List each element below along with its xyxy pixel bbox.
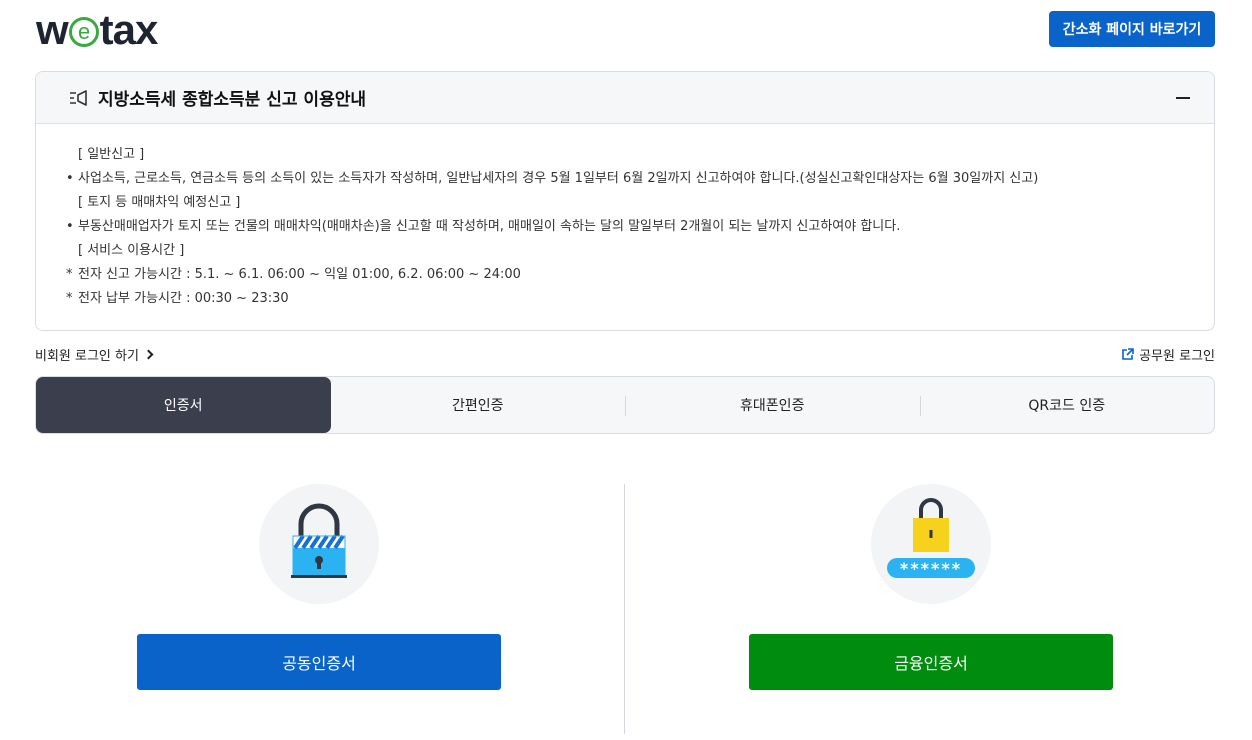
notice-header[interactable]: 지방소득세 종합소득분 신고 이용안내 xyxy=(36,72,1214,124)
password-mask-text: ****** xyxy=(900,559,962,578)
logo-e-mark: e xyxy=(68,17,99,47)
joint-certificate-illustration xyxy=(259,484,379,604)
logo-prefix: w xyxy=(36,6,69,53)
official-login-label: 공무원 로그인 xyxy=(1139,349,1215,364)
notice-line: * 전자 신고 가능시간 : 5.1. ~ 6.1. 06:00 ~ 익일 01:… xyxy=(66,267,521,282)
padlock-icon xyxy=(291,503,347,578)
chevron-right-icon xyxy=(143,349,154,360)
tab-phone-auth[interactable]: 휴대폰인증 xyxy=(625,377,920,433)
collapse-icon[interactable] xyxy=(1176,97,1190,99)
financial-certificate-button[interactable]: 금융인증서 xyxy=(749,634,1113,690)
notice-line: * 전자 납부 가능시간 : 00:30 ~ 23:30 xyxy=(66,291,289,306)
notice-line: [ 일반신고 ] xyxy=(78,147,145,162)
padlock-password-icon: ****** xyxy=(887,498,975,578)
wetax-logo[interactable]: w e tax xyxy=(36,6,158,53)
tab-simple-auth[interactable]: 간편인증 xyxy=(331,377,626,433)
auth-tabs: 인증서 간편인증 휴대폰인증 QR코드 인증 xyxy=(35,376,1215,434)
notice-line: • 사업소득, 근로소득, 연금소득 등의 소득이 있는 소득자가 작성하며, 일… xyxy=(66,171,1039,186)
external-link-icon xyxy=(1122,348,1134,360)
official-login-link[interactable]: 공무원 로그인 xyxy=(1121,345,1215,364)
notice-line: [ 서비스 이용시간 ] xyxy=(78,243,185,258)
simple-page-button[interactable]: 간소화 페이지 바로가기 xyxy=(1049,11,1215,47)
logo-suffix: tax xyxy=(99,6,159,53)
tab-separator xyxy=(919,396,921,416)
financial-certificate-illustration: ****** xyxy=(871,484,991,604)
notice-line: [ 토지 등 매매차익 예정신고 ] xyxy=(78,195,241,210)
notice-line: • 부동산매매업자가 토지 또는 건물의 매매차익(매매차손)을 신고할 때 작성… xyxy=(66,219,901,234)
tab-separator xyxy=(625,396,626,416)
tab-certificate[interactable]: 인증서 xyxy=(36,377,331,433)
notice-body: [ 일반신고 ] • 사업소득, 근로소득, 연금소득 등의 소득이 있는 소득자… xyxy=(36,124,1214,313)
nonmember-login-label: 비회원 로그인 하기 xyxy=(35,349,139,364)
vertical-divider xyxy=(624,484,625,734)
nonmember-login-link[interactable]: 비회원 로그인 하기 xyxy=(35,345,154,364)
notice-panel: 지방소득세 종합소득분 신고 이용안내 [ 일반신고 ] • 사업소득, 근로소득… xyxy=(35,71,1215,331)
notice-title: 지방소득세 종합소득분 신고 이용안내 xyxy=(98,90,366,110)
joint-certificate-button[interactable]: 공동인증서 xyxy=(137,634,501,690)
tab-qr-auth[interactable]: QR코드 인증 xyxy=(919,377,1215,433)
megaphone-icon xyxy=(70,89,87,106)
